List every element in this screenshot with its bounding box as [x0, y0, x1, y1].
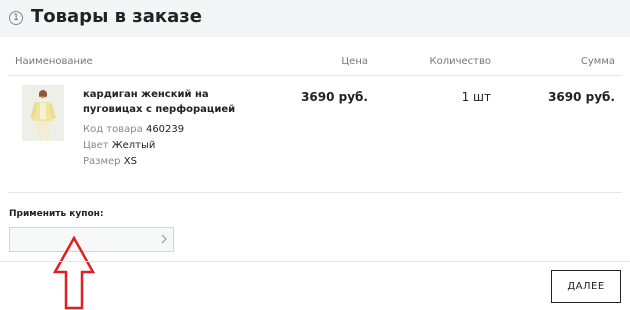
red-arrow-annotation [52, 236, 96, 310]
product-code: Код товара 460239 [83, 124, 184, 135]
divider [8, 75, 622, 76]
next-button[interactable]: ДАЛЕЕ [551, 270, 621, 303]
coupon-label: Применить купон: [9, 209, 104, 219]
product-price: 3690 руб. [301, 90, 368, 104]
product-color-label: Цвет [83, 140, 109, 151]
step-number-badge: 1 [9, 11, 23, 25]
product-size-value: XS [123, 156, 137, 167]
section-header: 1 Товары в заказе [0, 0, 630, 37]
product-code-label: Код товара [83, 124, 143, 135]
product-sum: 3690 руб. [548, 90, 615, 104]
column-header-price: Цена [341, 56, 368, 67]
product-image[interactable] [22, 85, 64, 141]
divider [8, 192, 622, 193]
product-color: Цвет Желтый [83, 140, 155, 151]
column-header-qty: Количество [429, 56, 491, 67]
chevron-right-icon[interactable] [158, 232, 170, 246]
divider [0, 261, 630, 262]
column-header-name: Наименование [15, 56, 93, 67]
product-size: Размер XS [83, 156, 137, 167]
product-name-link[interactable]: кардиган женский на пуговицах с перфорац… [83, 87, 243, 117]
product-code-value: 460239 [145, 124, 185, 135]
column-header-sum: Сумма [580, 56, 615, 67]
product-size-label: Размер [83, 156, 121, 167]
product-color-value: Желтый [111, 140, 156, 151]
section-title: Товары в заказе [31, 6, 202, 27]
product-quantity: 1 шт [461, 90, 491, 104]
